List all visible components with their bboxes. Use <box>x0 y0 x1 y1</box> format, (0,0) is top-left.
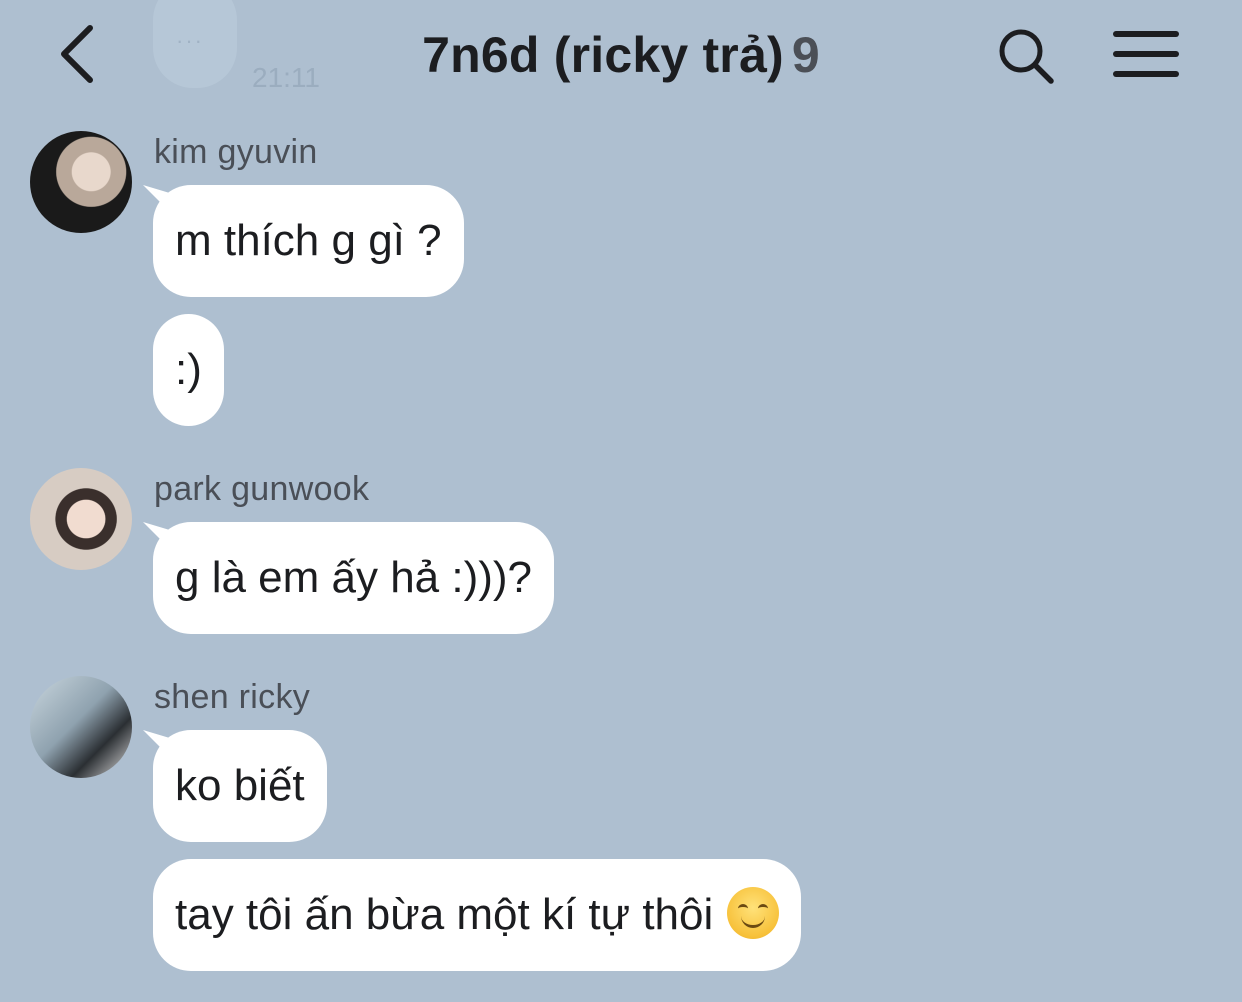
sender-name: park gunwook <box>154 470 370 508</box>
message-text: m thích g gì ? <box>175 216 442 265</box>
hamburger-menu-icon <box>1113 31 1179 77</box>
message-bubble[interactable]: ko biết <box>153 730 327 842</box>
group-name: 7n6d (ricky trả) <box>422 27 784 83</box>
message-text: tay tôi ấn bừa một kí tự thôi <box>175 890 714 939</box>
message-text: g là em ấy hả :)))? <box>175 553 533 602</box>
message-text: ko biết <box>175 761 305 810</box>
smiling-face-emoji-icon <box>727 887 780 940</box>
search-icon <box>999 29 1054 84</box>
sender-name: shen ricky <box>154 678 311 716</box>
avatar-park-gunwook[interactable] <box>30 468 132 570</box>
menu-button[interactable] <box>1112 28 1180 80</box>
sender-name: kim gyuvin <box>154 133 318 171</box>
message-text: :) <box>175 345 202 394</box>
chat-header: 7n6d (ricky trả) 9 <box>0 0 1242 115</box>
message-bubble[interactable]: g là em ấy hả :)))? <box>153 522 555 634</box>
message-bubble[interactable]: tay tôi ấn bừa một kí tự thôi <box>153 859 802 971</box>
member-count: 9 <box>791 27 820 83</box>
search-button[interactable] <box>996 26 1056 86</box>
message-bubble[interactable]: :) <box>153 314 224 426</box>
avatar-shen-ricky[interactable] <box>30 676 132 778</box>
message-bubble[interactable]: m thích g gì ? <box>153 185 464 297</box>
avatar-kim-gyuvin[interactable] <box>30 131 132 233</box>
